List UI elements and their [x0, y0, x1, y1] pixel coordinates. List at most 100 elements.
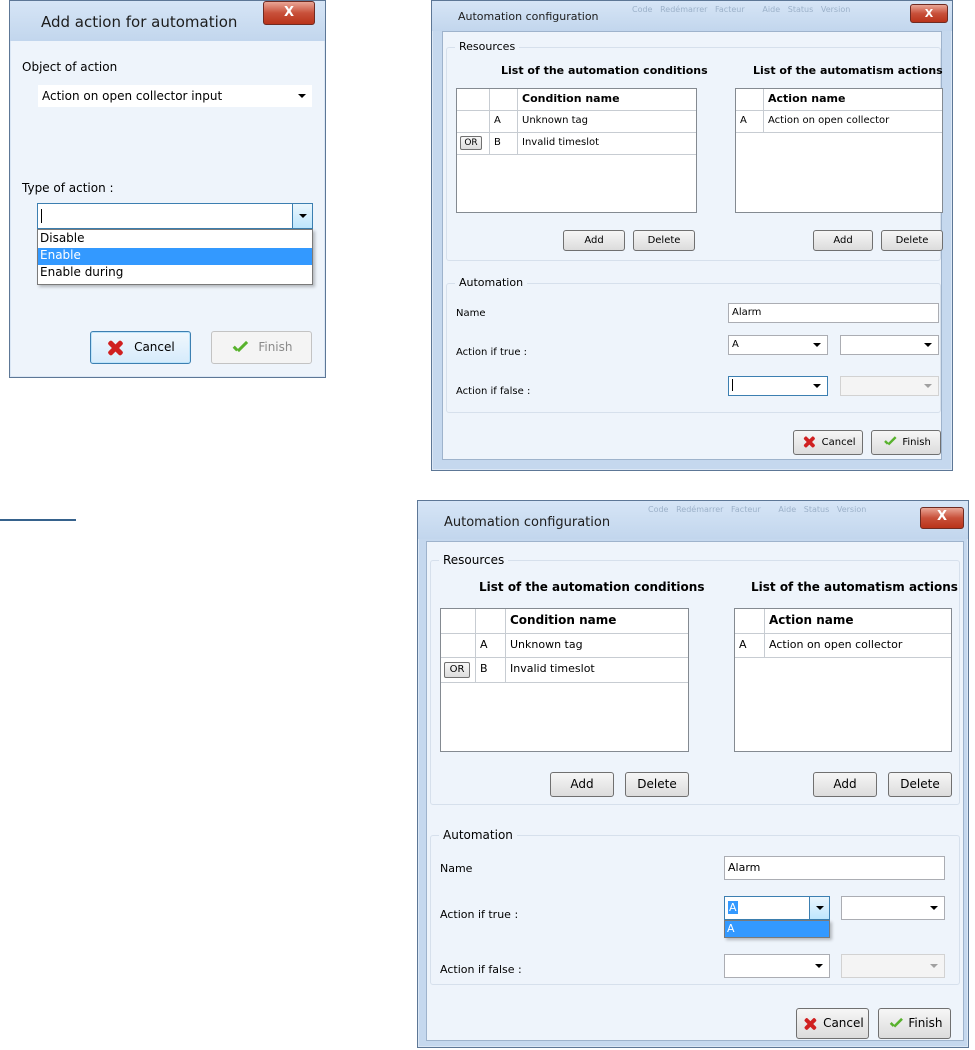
- letter-cell: A: [476, 634, 506, 657]
- cancel-button[interactable]: Cancel: [796, 1008, 869, 1039]
- config-top-titlebar[interactable]: Automation configuration Code Redémarrer…: [432, 1, 952, 31]
- condition-name-header: Condition name: [510, 613, 617, 627]
- close-icon[interactable]: X: [263, 1, 315, 25]
- letter-cell: A: [736, 111, 764, 132]
- or-button[interactable]: OR: [444, 662, 470, 678]
- action-if-true-option-select[interactable]: [841, 896, 945, 920]
- letter-cell: A: [735, 634, 765, 657]
- add-condition-button[interactable]: Add: [563, 230, 625, 251]
- close-icon[interactable]: X: [920, 507, 964, 529]
- finish-button[interactable]: Finish: [878, 1008, 951, 1039]
- action-if-true-label: Action if true :: [456, 347, 528, 358]
- table-row[interactable]: A Action on open collector: [736, 111, 942, 133]
- conditions-list-title: List of the automation conditions: [501, 64, 708, 77]
- op-column-header: [441, 609, 476, 633]
- or-button[interactable]: OR: [460, 136, 482, 150]
- close-icon[interactable]: X: [910, 4, 948, 23]
- add-action-titlebar[interactable]: Add action for automation X: [10, 1, 325, 41]
- condition-name-header: Condition name: [522, 92, 620, 105]
- config-top-title: Automation configuration: [458, 10, 599, 23]
- table-row[interactable]: OR B Invalid timeslot: [441, 658, 688, 683]
- action-if-true-dropdown: A: [724, 920, 830, 938]
- op-cell: [457, 111, 490, 132]
- resources-label: Resources: [439, 553, 509, 567]
- cancel-button[interactable]: Cancel: [90, 331, 191, 364]
- cancel-x-icon: [106, 339, 124, 357]
- action-name-cell: Action on open collector: [769, 638, 903, 651]
- cancel-x-icon: [803, 435, 817, 449]
- name-field[interactable]: Alarm: [728, 303, 939, 323]
- option-enable-during[interactable]: Enable during: [38, 265, 312, 282]
- option-a[interactable]: A: [725, 921, 829, 937]
- table-row[interactable]: OR B Invalid timeslot: [457, 133, 696, 155]
- dropdown-arrow-icon[interactable]: [809, 897, 829, 919]
- text-caret: [41, 209, 42, 223]
- add-condition-button[interactable]: Add: [550, 772, 614, 797]
- op-cell: [441, 634, 476, 657]
- op-column-header: [457, 89, 490, 110]
- action-if-true-select[interactable]: A: [728, 335, 828, 355]
- action-if-true-value: A: [732, 339, 739, 350]
- dropdown-arrow-icon: [930, 906, 938, 910]
- action-if-true-option-select[interactable]: [840, 335, 939, 355]
- dropdown-arrow-icon: [298, 94, 306, 98]
- dropdown-arrow-icon: [924, 384, 932, 388]
- actions-list-title: List of the automatism actions: [753, 64, 943, 77]
- dropdown-arrow-icon: [924, 343, 932, 347]
- dropdown-arrow-icon[interactable]: [292, 204, 312, 228]
- letter-cell: A: [490, 111, 518, 132]
- type-of-action-select[interactable]: [37, 203, 313, 229]
- name-field[interactable]: Alarm: [724, 856, 945, 880]
- actions-table: Action name A Action on open collector: [734, 608, 952, 752]
- cancel-button-label: Cancel: [134, 340, 175, 354]
- automation-config-dialog-bottom: Automation configuration Code Redémarrer…: [417, 500, 969, 1048]
- finish-check-icon: [883, 436, 897, 447]
- conditions-list-title: List of the automation conditions: [479, 580, 705, 594]
- finish-button-label: Finish: [902, 437, 931, 448]
- object-of-action-select[interactable]: Action on open collector input: [37, 84, 313, 108]
- object-of-action-label: Object of action: [22, 60, 118, 74]
- action-name-header: Action name: [768, 92, 846, 105]
- add-action-title: Add action for automation: [41, 13, 238, 31]
- table-row[interactable]: A Action on open collector: [735, 634, 951, 658]
- delete-condition-button[interactable]: Delete: [625, 772, 689, 797]
- text-caret: [732, 379, 733, 391]
- add-action-button[interactable]: Add: [813, 230, 873, 251]
- letter-column-header: [736, 89, 764, 110]
- action-if-false-label: Action if false :: [440, 963, 522, 976]
- automation-label: Automation: [455, 276, 528, 289]
- op-cell: OR: [441, 658, 476, 682]
- title-ghost-text: Code Redémarrer Facteur Aide Status Vers…: [632, 5, 851, 14]
- config-top-client: Resources List of the automation conditi…: [442, 31, 943, 460]
- condition-name-cell: Invalid timeslot: [522, 137, 600, 148]
- delete-action-button[interactable]: Delete: [881, 230, 943, 251]
- name-label: Name: [440, 862, 473, 875]
- option-enable[interactable]: Enable: [38, 248, 312, 265]
- finish-check-icon: [231, 341, 249, 355]
- delete-action-button[interactable]: Delete: [888, 772, 952, 797]
- config-bottom-titlebar[interactable]: Automation configuration Code Redémarrer…: [418, 501, 968, 539]
- finish-button[interactable]: Finish: [871, 430, 941, 455]
- add-action-button[interactable]: Add: [813, 772, 877, 797]
- delete-condition-button[interactable]: Delete: [633, 230, 695, 251]
- action-if-true-select[interactable]: A: [724, 896, 830, 920]
- cancel-button-label: Cancel: [823, 1016, 864, 1030]
- cancel-button[interactable]: Cancel: [793, 430, 863, 455]
- actions-header-row: Action name: [735, 609, 951, 634]
- table-row[interactable]: A Unknown tag: [457, 111, 696, 133]
- action-name-cell: Action on open collector: [768, 115, 890, 126]
- finish-button-label: Finish: [908, 1016, 943, 1030]
- finish-button-label: Finish: [258, 340, 293, 354]
- table-row[interactable]: A Unknown tag: [441, 634, 688, 658]
- letter-column-header: [490, 89, 518, 110]
- conditions-header-row: Condition name: [441, 609, 688, 634]
- option-disable[interactable]: Disable: [38, 231, 312, 248]
- dropdown-arrow-icon: [930, 964, 938, 968]
- name-label: Name: [456, 308, 486, 319]
- actions-table: Action name A Action on open collector: [735, 88, 943, 213]
- action-if-false-select[interactable]: [728, 376, 828, 396]
- op-cell: OR: [457, 133, 490, 154]
- action-if-false-option-select: [841, 954, 945, 978]
- action-if-false-select[interactable]: [724, 954, 830, 978]
- finish-button: Finish: [211, 331, 312, 364]
